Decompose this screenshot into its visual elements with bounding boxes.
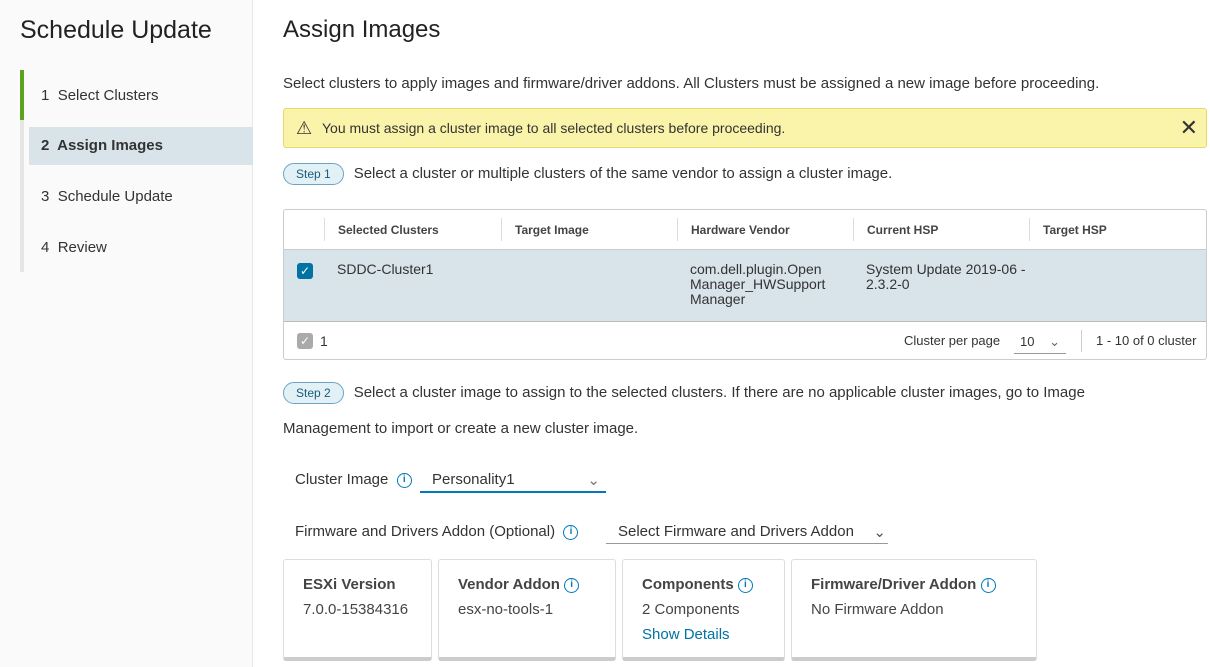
step-schedule-update[interactable]: 3 Schedule Update: [29, 178, 253, 216]
chevron-down-icon: ⌄: [587, 472, 600, 489]
card-esxi-version: ESXi Version 7.0.0-15384316: [283, 559, 432, 661]
col-header[interactable]: Hardware Vendor: [677, 218, 853, 241]
warning-alert: ⚠ You must assign a cluster image to all…: [283, 108, 1207, 148]
step1-line: Step 1 Select a cluster or multiple clust…: [283, 163, 892, 185]
card-components: Components i2 Components Show Details: [622, 559, 785, 661]
intro-text: Select clusters to apply images and firm…: [283, 75, 1100, 92]
selected-checkbox-icon: ✓: [297, 333, 313, 349]
per-page-select[interactable]: 10 ⌄: [1014, 330, 1066, 354]
row-checkbox[interactable]: ✓: [297, 263, 313, 279]
card-firmware-addon: Firmware/Driver Addon i No Firmware Addon: [791, 559, 1037, 661]
cluster-image-label: Cluster Image i: [295, 471, 412, 488]
step2-line: Step 2 Select a cluster image to assign t…: [283, 382, 1085, 404]
info-icon[interactable]: i: [396, 472, 412, 488]
warning-icon: ⚠: [296, 118, 313, 138]
chevron-down-icon: ⌄: [873, 524, 886, 541]
info-icon[interactable]: i: [564, 577, 580, 593]
show-details-link[interactable]: Show Details: [642, 626, 730, 643]
alert-text: You must assign a cluster image to all s…: [322, 120, 786, 136]
wizard-sidebar: Schedule Update 1 Select Clusters 2 Assi…: [0, 0, 253, 667]
table-row[interactable]: ✓ SDDC-Cluster1 com.dell.plugin.Open Man…: [284, 250, 1206, 322]
progress-rail: [20, 70, 24, 272]
col-header[interactable]: Selected Clusters: [324, 218, 501, 241]
info-icon[interactable]: i: [980, 577, 996, 593]
page-title: Assign Images: [283, 16, 441, 43]
step-select-clusters[interactable]: 1 Select Clusters: [29, 77, 253, 115]
step-assign-images[interactable]: 2 Assign Images: [29, 127, 253, 165]
card-vendor-addon: Vendor Addon i esx-no-tools-1: [438, 559, 616, 661]
addon-label: Firmware and Drivers Addon (Optional) i: [295, 523, 579, 540]
col-header[interactable]: Target HSP: [1029, 218, 1206, 241]
close-icon[interactable]: ✕: [1180, 109, 1198, 147]
col-header[interactable]: Current HSP: [853, 218, 1029, 241]
table-footer: ✓ 1 Cluster per page 10 ⌄ 1 - 10 of 0 clu…: [284, 322, 1206, 360]
step1-badge: Step 1: [283, 163, 344, 185]
step-review[interactable]: 4 Review: [29, 229, 253, 267]
info-icon[interactable]: i: [563, 524, 579, 540]
chevron-down-icon: ⌄: [1049, 334, 1060, 349]
addon-select[interactable]: Select Firmware and Drivers Addon ⌄: [606, 523, 888, 544]
cluster-image-select[interactable]: Personality1 ⌄: [420, 471, 606, 493]
info-icon[interactable]: i: [737, 577, 753, 593]
step2-badge: Step 2: [283, 382, 344, 404]
wizard-title: Schedule Update: [20, 16, 212, 44]
col-header[interactable]: Target Image: [501, 218, 677, 241]
clusters-table: Selected Clusters Target Image Hardware …: [283, 209, 1207, 360]
